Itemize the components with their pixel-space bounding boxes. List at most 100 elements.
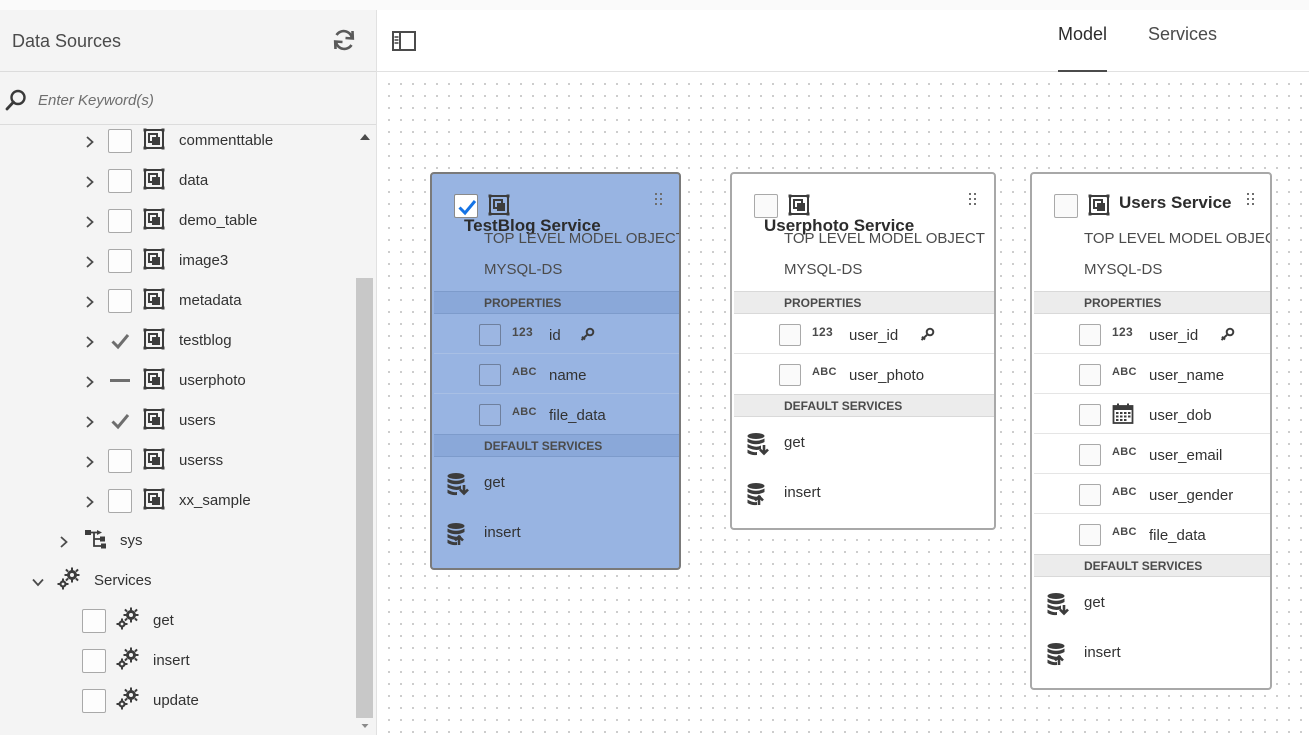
- chevron-right-icon[interactable]: [83, 415, 97, 429]
- chevron-down-icon[interactable]: [31, 575, 45, 589]
- property-row[interactable]: ABC user_gender: [1034, 474, 1270, 514]
- chevron-right-icon[interactable]: [57, 535, 71, 549]
- chevron-right-icon[interactable]: [83, 295, 97, 309]
- drag-handle-icon[interactable]: [1246, 192, 1256, 210]
- tree-item-metadata[interactable]: metadata: [0, 282, 355, 322]
- card-checkbox[interactable]: [754, 194, 778, 218]
- property-checkbox[interactable]: [479, 364, 501, 386]
- table-checkbox[interactable]: [108, 289, 132, 313]
- model-toolbar: Model Services: [377, 10, 1309, 72]
- table-checkbox[interactable]: [108, 249, 132, 273]
- property-row[interactable]: 123 user_id: [1034, 314, 1270, 354]
- chevron-right-icon[interactable]: [83, 255, 97, 269]
- service-checkbox[interactable]: [82, 609, 106, 633]
- refresh-icon[interactable]: [330, 26, 358, 54]
- default-service-insert[interactable]: insert: [434, 508, 679, 558]
- service-checkbox[interactable]: [82, 649, 106, 673]
- tree-item-service-update[interactable]: update: [0, 682, 355, 722]
- property-row[interactable]: ABC user_photo: [734, 354, 994, 394]
- property-name: user_email: [1149, 447, 1223, 464]
- tree-item-userss[interactable]: userss: [0, 442, 355, 482]
- service-checkbox[interactable]: [82, 689, 106, 713]
- table-checkbox[interactable]: [108, 369, 132, 393]
- tree-item-service-insert[interactable]: insert: [0, 642, 355, 682]
- table-label: metadata: [179, 292, 242, 309]
- tree-item-xx_sample[interactable]: xx_sample: [0, 482, 355, 522]
- chevron-right-icon[interactable]: [83, 335, 97, 349]
- chevron-right-icon[interactable]: [83, 375, 97, 389]
- default-service-get[interactable]: get: [734, 418, 994, 468]
- table-checkbox[interactable]: [108, 489, 132, 513]
- key-icon: [1220, 327, 1235, 341]
- default-service-insert[interactable]: insert: [1034, 628, 1270, 678]
- property-row[interactable]: ABC file_data: [434, 394, 679, 434]
- property-checkbox[interactable]: [479, 324, 501, 346]
- default-service-name: insert: [484, 524, 521, 541]
- tree-item-image3[interactable]: image3: [0, 242, 355, 282]
- property-name: user_id: [849, 327, 899, 344]
- tree-item-services[interactable]: Services: [0, 562, 355, 602]
- tree-item-service-get[interactable]: get: [0, 602, 355, 642]
- property-checkbox[interactable]: [779, 324, 801, 346]
- text-type-icon: ABC: [812, 366, 837, 378]
- service-card[interactable]: Users Service TOP LEVEL MODEL OBJECT MYSQL…: [1030, 172, 1272, 690]
- table-icon: [143, 448, 165, 470]
- scroll-down-arrow[interactable]: [356, 718, 374, 735]
- property-checkbox[interactable]: [1079, 484, 1101, 506]
- table-checkbox[interactable]: [108, 169, 132, 193]
- property-checkbox[interactable]: [1079, 524, 1101, 546]
- property-checkbox[interactable]: [1079, 444, 1101, 466]
- search-input[interactable]: [38, 87, 358, 113]
- property-row[interactable]: ABC user_name: [1034, 354, 1270, 394]
- property-checkbox[interactable]: [1079, 404, 1101, 426]
- default-service-insert[interactable]: insert: [734, 468, 994, 518]
- table-checkbox[interactable]: [108, 129, 132, 153]
- chevron-right-icon[interactable]: [83, 495, 97, 509]
- property-checkbox[interactable]: [1079, 324, 1101, 346]
- number-type-icon: 123: [812, 325, 833, 339]
- default-service-get[interactable]: get: [1034, 578, 1270, 628]
- property-row[interactable]: 123 id: [434, 314, 679, 354]
- property-row[interactable]: 123 user_id: [734, 314, 994, 354]
- tree-item-sys[interactable]: sys: [0, 522, 355, 562]
- text-type-icon: ABC: [512, 366, 537, 378]
- table-checkbox[interactable]: [108, 329, 132, 353]
- drag-handle-icon[interactable]: [968, 192, 978, 210]
- property-checkbox[interactable]: [479, 404, 501, 426]
- toggle-side-panel-icon[interactable]: [391, 29, 417, 53]
- tab-model[interactable]: Model: [1058, 24, 1108, 72]
- tree-item-users[interactable]: users: [0, 402, 355, 442]
- model-canvas[interactable]: TestBlog Service TOP LEVEL MODEL OBJECT MY…: [378, 73, 1309, 735]
- tree-item-commenttable[interactable]: commenttable: [0, 125, 355, 162]
- chevron-right-icon[interactable]: [83, 175, 97, 189]
- service-card[interactable]: Userphoto Service TOP LEVEL MODEL OBJECT M…: [730, 172, 996, 530]
- tree-item-demo_table[interactable]: demo_table: [0, 202, 355, 242]
- property-checkbox[interactable]: [1079, 364, 1101, 386]
- card-checkbox[interactable]: [454, 194, 478, 218]
- service-card[interactable]: TestBlog Service TOP LEVEL MODEL OBJECT MY…: [430, 172, 681, 570]
- tab-services[interactable]: Services: [1148, 24, 1217, 72]
- scroll-up-arrow[interactable]: [356, 128, 374, 146]
- tree-item-userphoto[interactable]: userphoto: [0, 362, 355, 402]
- scrollbar-thumb[interactable]: [356, 278, 373, 718]
- gears-icon: [57, 567, 80, 590]
- chevron-right-icon[interactable]: [83, 215, 97, 229]
- property-row[interactable]: user_dob: [1034, 394, 1270, 434]
- drag-handle-icon[interactable]: [654, 192, 664, 210]
- table-checkbox[interactable]: [108, 209, 132, 233]
- property-row[interactable]: ABC name: [434, 354, 679, 394]
- default-services-section-header: DEFAULT SERVICES: [734, 394, 994, 417]
- card-title: Users Service: [1119, 193, 1232, 212]
- card-checkbox[interactable]: [1054, 194, 1078, 218]
- tree-item-data[interactable]: data: [0, 162, 355, 202]
- property-row[interactable]: ABC user_email: [1034, 434, 1270, 474]
- property-row[interactable]: ABC file_data: [1034, 514, 1270, 554]
- model-object-icon: [1088, 194, 1110, 216]
- table-checkbox[interactable]: [108, 449, 132, 473]
- default-service-get[interactable]: get: [434, 458, 679, 508]
- chevron-right-icon[interactable]: [83, 455, 97, 469]
- property-checkbox[interactable]: [779, 364, 801, 386]
- chevron-right-icon[interactable]: [83, 135, 97, 149]
- table-checkbox[interactable]: [108, 409, 132, 433]
- tree-item-testblog[interactable]: testblog: [0, 322, 355, 362]
